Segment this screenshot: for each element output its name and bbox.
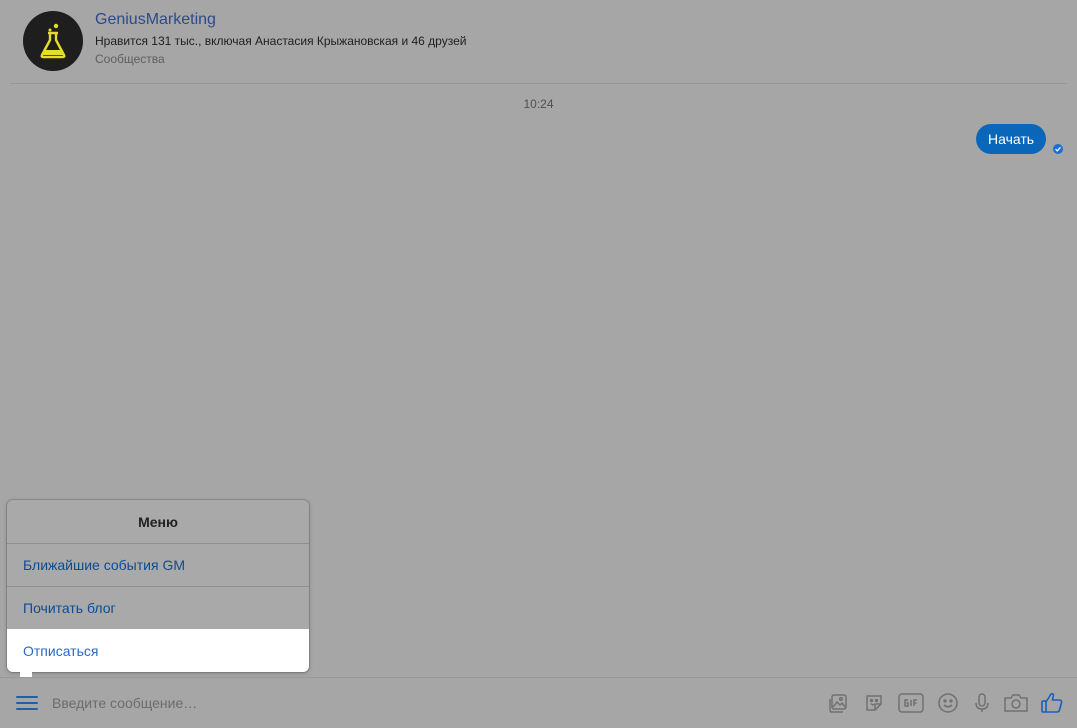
photo-icon[interactable] (826, 691, 850, 715)
menu-item-blog[interactable]: Почитать блог (7, 586, 309, 629)
menu-item-label: Почитать блог (23, 600, 116, 616)
message-timestamp: 10:24 (523, 97, 554, 111)
camera-icon[interactable] (1003, 691, 1029, 715)
page-title[interactable]: GeniusMarketing (95, 11, 216, 29)
flask-icon (40, 23, 66, 59)
menu-hamburger-icon[interactable] (16, 695, 38, 711)
conversation-header: GeniusMarketing Нравится 131 тыс., включ… (0, 0, 1077, 84)
menu-item-unsubscribe[interactable]: Отписаться (7, 629, 309, 672)
menu-item-label: Ближайшие события GM (23, 557, 185, 573)
message-input[interactable] (52, 690, 652, 716)
like-icon[interactable] (1040, 691, 1064, 715)
read-check-icon (1053, 144, 1063, 154)
composer-bar (0, 677, 1077, 728)
emoji-icon[interactable] (936, 691, 960, 715)
menu-item-label: Отписаться (23, 642, 99, 659)
sticker-icon[interactable] (862, 691, 886, 715)
page-avatar[interactable] (23, 11, 83, 71)
likes-info: Нравится 131 тыс., включая Анастасия Кры… (95, 34, 467, 48)
bot-menu-popup: Меню Ближайшие события GM Почитать блог … (7, 500, 309, 672)
microphone-icon[interactable] (970, 691, 994, 715)
menu-item-events[interactable]: Ближайшие события GM (7, 543, 309, 586)
outgoing-message[interactable]: Начать (976, 124, 1047, 154)
message-text: Начать (988, 131, 1035, 147)
header-divider (10, 83, 1067, 84)
page-category: Сообщества (95, 52, 165, 66)
menu-title: Меню (138, 513, 178, 530)
gif-icon[interactable] (898, 691, 924, 715)
